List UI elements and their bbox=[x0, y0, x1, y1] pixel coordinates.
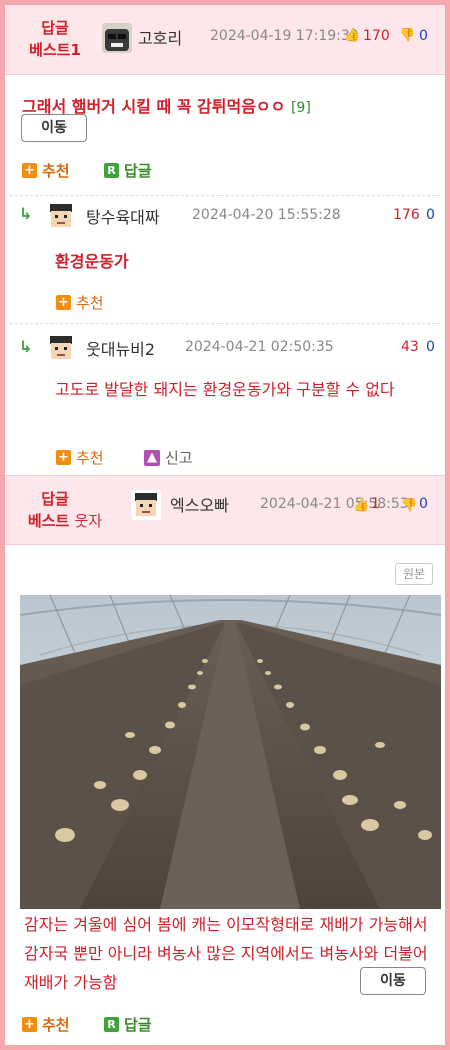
divider bbox=[10, 195, 440, 196]
recommend-button[interactable]: + 추천 bbox=[56, 447, 104, 468]
datetime: 2024-04-21 02:50:35 bbox=[185, 339, 334, 355]
plus-icon: + bbox=[22, 163, 37, 178]
report-button[interactable]: 신고 bbox=[144, 447, 193, 468]
recommend-label: 추천 bbox=[76, 449, 104, 467]
original-image-button[interactable]: 원본 bbox=[395, 563, 433, 585]
down-count: 0 bbox=[419, 496, 428, 512]
up-count: 43 bbox=[401, 339, 419, 355]
avatar[interactable] bbox=[46, 333, 76, 363]
report-icon bbox=[144, 449, 160, 466]
avatar[interactable] bbox=[46, 201, 76, 231]
avatar[interactable] bbox=[131, 490, 161, 520]
recommend-button[interactable]: + 추천 bbox=[56, 292, 104, 313]
recommend-button[interactable]: + 추천 bbox=[22, 1014, 70, 1035]
down-count: 0 bbox=[426, 207, 435, 223]
reply-arrow-icon: ↳ bbox=[19, 337, 33, 356]
nickname[interactable]: 고호리 bbox=[138, 25, 182, 49]
best-label-sub: 웃자 bbox=[74, 512, 103, 530]
attached-photo[interactable] bbox=[20, 595, 441, 909]
down-count: 0 bbox=[426, 339, 435, 355]
avatar-image bbox=[131, 490, 161, 520]
move-button[interactable]: 이동 bbox=[21, 114, 87, 142]
best1-header: 답글 베스트1 고호리 2024-04-19 17:19:30 👍 170 👎 … bbox=[5, 5, 445, 75]
reply-button[interactable]: R 답글 bbox=[104, 160, 152, 181]
avatar[interactable] bbox=[102, 23, 132, 53]
reply-r-icon: R bbox=[104, 1017, 119, 1032]
up-count: 1 bbox=[371, 496, 380, 512]
greenhouse-potato-field-image bbox=[20, 595, 441, 909]
best-comments-panel: 답글 베스트1 고호리 2024-04-19 17:19:30 👍 170 👎 … bbox=[0, 0, 450, 1050]
plus-icon: + bbox=[56, 295, 71, 310]
best-funny-badge: 답글 베스트 웃자 bbox=[15, 488, 115, 532]
reply-text: 고도로 발달한 돼지는 환경운동가와 구분할 수 없다 bbox=[55, 380, 395, 399]
datetime: 2024-04-21 05:58:53 bbox=[260, 496, 409, 512]
avatar-image bbox=[46, 201, 76, 231]
best-label-line1: 답글 bbox=[41, 19, 69, 37]
best-funny-header: 답글 베스트 웃자 엑스오빠 2024-04-21 05:58:53 👍 1 👎… bbox=[5, 475, 445, 545]
reply-label: 답글 bbox=[124, 162, 152, 180]
thumb-down-icon[interactable]: 👎 bbox=[399, 28, 415, 43]
reply-button[interactable]: R 답글 bbox=[104, 1014, 152, 1035]
move-button[interactable]: 이동 bbox=[360, 967, 426, 995]
best-label-line2: 베스트1 bbox=[29, 41, 81, 59]
nickname[interactable]: 웃대뉴비2 bbox=[86, 336, 155, 360]
thumb-down-icon[interactable]: 👎 bbox=[401, 498, 417, 513]
thumb-up-icon[interactable]: 👍 bbox=[344, 28, 360, 43]
reply-arrow-icon: ↳ bbox=[19, 204, 33, 223]
reply-text: 환경운동가 bbox=[55, 252, 129, 271]
reply-r-icon: R bbox=[104, 163, 119, 178]
datetime: 2024-04-19 17:19:30 bbox=[210, 28, 359, 44]
up-count: 176 bbox=[393, 207, 420, 223]
reply-label: 답글 bbox=[124, 1016, 152, 1034]
best-label-line2-wrap: 베스트 웃자 bbox=[15, 510, 115, 532]
recommend-label: 추천 bbox=[42, 162, 70, 180]
plus-icon: + bbox=[22, 1017, 37, 1032]
best1-badge: 답글 베스트1 bbox=[15, 17, 95, 61]
nickname[interactable]: 탕수육대짜 bbox=[86, 204, 160, 228]
down-count: 0 bbox=[419, 28, 428, 44]
recommend-label: 추천 bbox=[76, 294, 104, 312]
datetime: 2024-04-20 15:55:28 bbox=[192, 207, 341, 223]
avatar-image bbox=[102, 23, 132, 53]
best-label-line1: 답글 bbox=[41, 490, 69, 508]
report-label: 신고 bbox=[165, 449, 193, 467]
recommend-label: 추천 bbox=[42, 1016, 70, 1034]
divider bbox=[10, 323, 440, 324]
plus-icon: + bbox=[56, 450, 71, 465]
avatar-image bbox=[46, 333, 76, 363]
thumb-up-icon[interactable]: 👍 bbox=[353, 498, 369, 513]
best-label-line2: 베스트 bbox=[27, 512, 70, 530]
recommend-button[interactable]: + 추천 bbox=[22, 160, 70, 181]
comment-count[interactable]: [9] bbox=[291, 100, 311, 116]
up-count: 170 bbox=[363, 28, 390, 44]
nickname[interactable]: 엑스오빠 bbox=[170, 492, 229, 516]
